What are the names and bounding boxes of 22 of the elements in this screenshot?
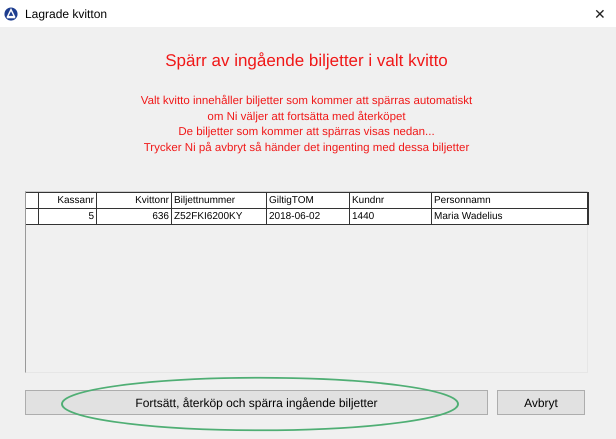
warning-text: om Ni väljer att fortsätta med återköpet — [207, 110, 406, 124]
table-cell: 636 — [97, 209, 172, 224]
table-cell: Z52FKI6200KY — [172, 209, 267, 224]
close-button[interactable]: ✕ — [584, 6, 616, 22]
column-header[interactable]: Kassanr — [39, 193, 97, 208]
column-header[interactable]: Personnamn — [432, 193, 587, 208]
column-header[interactable]: Kundnr — [350, 193, 432, 208]
warning-text: Valt kvitto innehåller biljetter som kommer att spärras automatiskt — [140, 94, 472, 109]
table-cell-text: Maria Wadelius — [433, 210, 504, 224]
warning-text: Trycker Ni på avbryt så händer det ingenting med dessa biljetter — [144, 140, 470, 156]
column-header[interactable]: Biljettnummer — [172, 193, 267, 208]
table-cell: 2018-06-02 — [267, 209, 350, 224]
dialog-heading: Spärr av ingående biljetter i valt kvitto — [164, 51, 449, 71]
window-title: Lagrade kvitton — [25, 6, 108, 20]
app-logo-icon — [4, 6, 18, 20]
column-header[interactable]: GiltigTOM — [267, 193, 350, 208]
table-cell: 1440 — [350, 209, 432, 224]
column-header[interactable]: Kvittonr — [97, 193, 172, 208]
table-cell: 5 — [39, 209, 97, 224]
dialog-button[interactable]: Avbryt — [497, 390, 585, 415]
dialog-button[interactable]: Fortsätt, återköp och spärra ingående biljetter — [25, 390, 488, 415]
warning-text: De biljetter som kommer att spärras visas nedan... — [178, 125, 435, 140]
